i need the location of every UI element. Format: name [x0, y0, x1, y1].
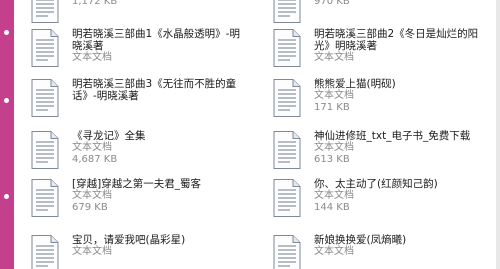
- file-name: 明若晓溪三部曲2《冬日是灿烂的阳: [314, 28, 479, 40]
- file-size: 679 KB: [72, 202, 108, 213]
- text-document-icon: [30, 130, 60, 170]
- file-item[interactable]: 《寻龙记》全集 文本文档 4,687 KB: [30, 130, 266, 176]
- file-size: 1,172 KB: [72, 0, 118, 7]
- file-item[interactable]: 970 KB: [272, 0, 496, 30]
- file-text: 熊熊爱上猫(明砚) 文本文档 171 KB: [314, 78, 396, 114]
- text-document-icon: [30, 234, 60, 269]
- file-item[interactable]: [穿越]穿越之第一夫君_蜀客 文本文档 679 KB: [30, 178, 266, 224]
- text-document-icon: [30, 178, 60, 218]
- file-type: 文本文档: [314, 190, 354, 201]
- file-type: 文本文档: [72, 142, 112, 153]
- file-name: 明若晓溪三部曲1《水晶般透明》-明: [72, 28, 240, 40]
- file-name: 光》明晓溪著: [314, 40, 377, 52]
- file-name: 你、太主动了(红颜知己韵): [314, 178, 438, 190]
- file-type: 文本文档: [314, 90, 354, 101]
- file-text: 神仙进修班_txt_电子书_免费下载 文本文档 613 KB: [314, 130, 470, 166]
- file-name: [穿越]穿越之第一夫君_蜀客: [72, 178, 201, 190]
- file-type: 文本文档: [314, 246, 354, 257]
- icon-stroke: [31, 0, 59, 23]
- bullet-dot: [4, 98, 9, 103]
- file-name: 明若晓溪三部曲3《无往而不胜的童: [72, 78, 237, 90]
- file-text: 明若晓溪三部曲2《冬日是灿烂的阳 光》明晓溪著 文本文档: [314, 28, 478, 64]
- file-text: 明若晓溪三部曲3《无往而不胜的童 话》-明晓溪著: [72, 78, 236, 102]
- text-document-icon: [272, 0, 302, 24]
- icon-graphic: [273, 131, 301, 169]
- file-name: 宝贝，请爱我吧(晶彩星): [72, 234, 186, 246]
- file-item[interactable]: 明若晓溪三部曲1《水晶般透明》-明 晓溪著 文本文档: [30, 28, 266, 74]
- icon-stroke: [273, 0, 301, 23]
- file-size: 171 KB: [314, 102, 350, 113]
- file-type: 文本文档: [72, 52, 112, 63]
- file-type: 文本文档: [72, 190, 112, 201]
- file-item[interactable]: 明若晓溪三部曲2《冬日是灿烂的阳 光》明晓溪著 文本文档: [272, 28, 496, 74]
- icon-graphic: [31, 79, 59, 117]
- file-size: 4,687 KB: [72, 154, 118, 165]
- text-document-icon: [30, 28, 60, 68]
- file-text: [穿越]穿越之第一夫君_蜀客 文本文档 679 KB: [72, 178, 201, 214]
- file-item[interactable]: 新娘换换爱(凤熵曦) 文本文档: [272, 234, 496, 269]
- left-edge-strip: [0, 0, 14, 269]
- bullet-dot: [4, 194, 9, 199]
- icon-graphic: [31, 235, 59, 269]
- icon-graphic: [31, 29, 59, 67]
- file-text: 新娘换换爱(凤熵曦) 文本文档: [314, 234, 406, 258]
- file-type: 文本文档: [314, 142, 354, 153]
- file-item[interactable]: 1,172 KB: [30, 0, 266, 30]
- file-name: 新娘换换爱(凤熵曦): [314, 234, 407, 246]
- file-text: 明若晓溪三部曲1《水晶般透明》-明 晓溪著 文本文档: [72, 28, 240, 64]
- file-size: 613 KB: [314, 154, 350, 165]
- bullet-dot: [4, 30, 9, 35]
- file-text: 宝贝，请爱我吧(晶彩星) 文本文档: [72, 234, 185, 258]
- file-text: 970 KB: [314, 0, 350, 8]
- scrollbar-track[interactable]: [496, 0, 500, 269]
- file-name: 熊熊爱上猫(明砚): [314, 78, 396, 90]
- text-document-icon: [30, 0, 60, 24]
- file-type: 文本文档: [72, 246, 112, 257]
- file-size: 970 KB: [314, 0, 350, 7]
- file-text: 你、太主动了(红颜知己韵) 文本文档 144 KB: [314, 178, 438, 214]
- file-size: 144 KB: [314, 202, 350, 213]
- file-text: 1,172 KB: [72, 0, 117, 8]
- icon-graphic: [273, 235, 301, 269]
- file-name: 晓溪著: [72, 40, 104, 52]
- file-item[interactable]: 神仙进修班_txt_电子书_免费下载 文本文档 613 KB: [272, 130, 496, 176]
- icon-graphic: [31, 131, 59, 169]
- icon-graphic: [273, 0, 301, 23]
- text-document-icon: [272, 178, 302, 218]
- text-document-icon: [30, 78, 60, 118]
- file-item[interactable]: 你、太主动了(红颜知己韵) 文本文档 144 KB: [272, 178, 496, 224]
- icon-graphic: [273, 29, 301, 67]
- icon-graphic: [31, 0, 59, 23]
- text-document-icon: [272, 234, 302, 269]
- icon-graphic: [273, 79, 301, 117]
- file-text: 《寻龙记》全集 文本文档 4,687 KB: [72, 130, 146, 166]
- icon-stroke: [50, 29, 58, 37]
- file-name: 话》-明晓溪著: [72, 90, 139, 102]
- file-type: 文本文档: [314, 52, 354, 63]
- file-item[interactable]: 宝贝，请爱我吧(晶彩星) 文本文档: [30, 234, 266, 269]
- text-document-icon: [272, 28, 302, 68]
- text-document-icon: [272, 78, 302, 118]
- file-name: 神仙进修班_txt_电子书_免费下载: [314, 130, 471, 142]
- text-document-icon: [272, 130, 302, 170]
- icon-graphic: [31, 179, 59, 217]
- file-item[interactable]: 明若晓溪三部曲3《无往而不胜的童 话》-明晓溪著: [30, 78, 266, 124]
- file-item[interactable]: 熊熊爱上猫(明砚) 文本文档 171 KB: [272, 78, 496, 124]
- file-name: 《寻龙记》全集: [72, 130, 146, 142]
- icon-graphic: [273, 179, 301, 217]
